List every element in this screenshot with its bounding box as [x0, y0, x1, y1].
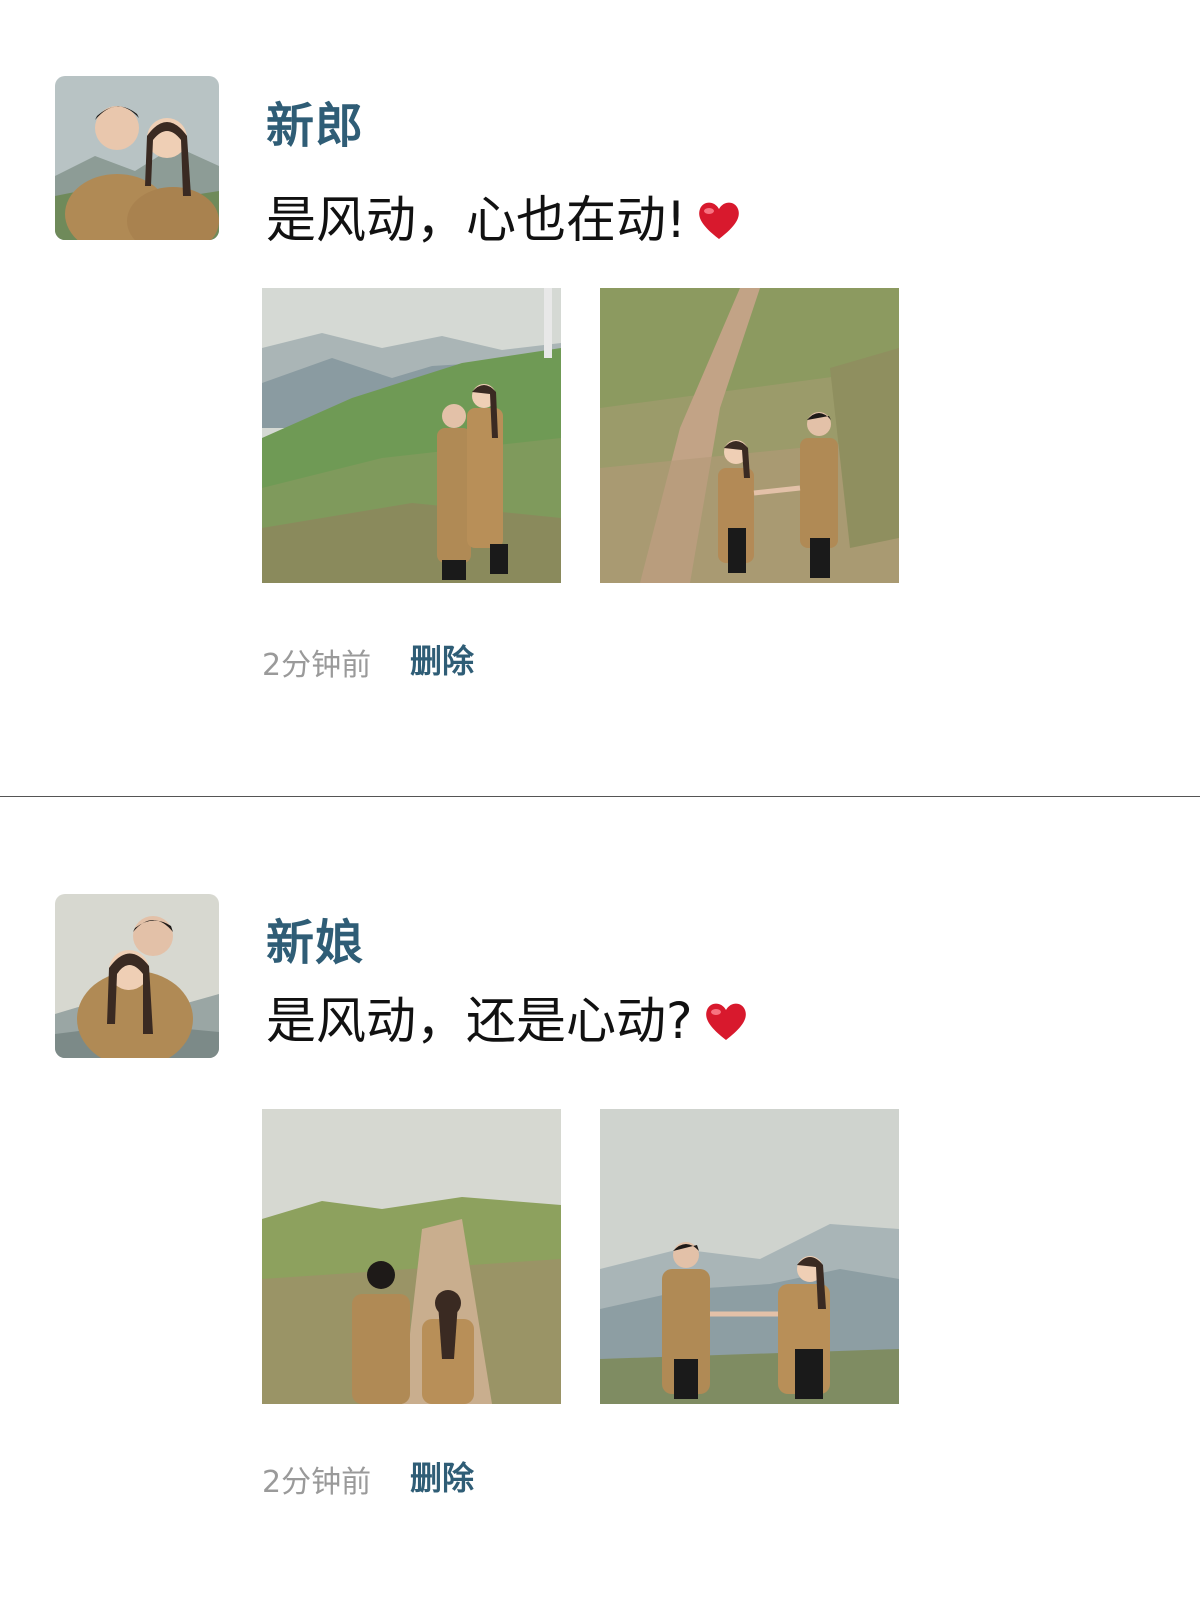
username[interactable]: 新娘 — [266, 903, 364, 973]
post-photo[interactable] — [262, 288, 561, 583]
heart-icon — [703, 996, 749, 1040]
post-time: 2分钟前 — [262, 648, 372, 683]
delete-button[interactable]: 删除 — [410, 636, 474, 682]
avatar[interactable] — [55, 76, 219, 240]
delete-button[interactable]: 删除 — [410, 1453, 474, 1499]
username[interactable]: 新郎 — [266, 86, 364, 156]
post-text-content: 是风动，还是心动? — [266, 992, 693, 1050]
post-photo[interactable] — [600, 288, 899, 583]
post-photo[interactable] — [262, 1109, 561, 1404]
post-photo[interactable] — [600, 1109, 899, 1404]
heart-icon — [696, 195, 742, 239]
post-text: 是风动，还是心动? — [266, 981, 749, 1053]
moment-post-1: 新郎 是风动，心也在动! 2分钟前 删除 — [0, 0, 1200, 796]
avatar[interactable] — [55, 894, 219, 1058]
moment-post-2: 新娘 是风动，还是心动? 2分钟前 删除 — [0, 797, 1200, 1600]
post-text: 是风动，心也在动! — [266, 180, 742, 252]
post-text-content: 是风动，心也在动! — [266, 191, 687, 249]
post-time: 2分钟前 — [262, 1465, 372, 1500]
